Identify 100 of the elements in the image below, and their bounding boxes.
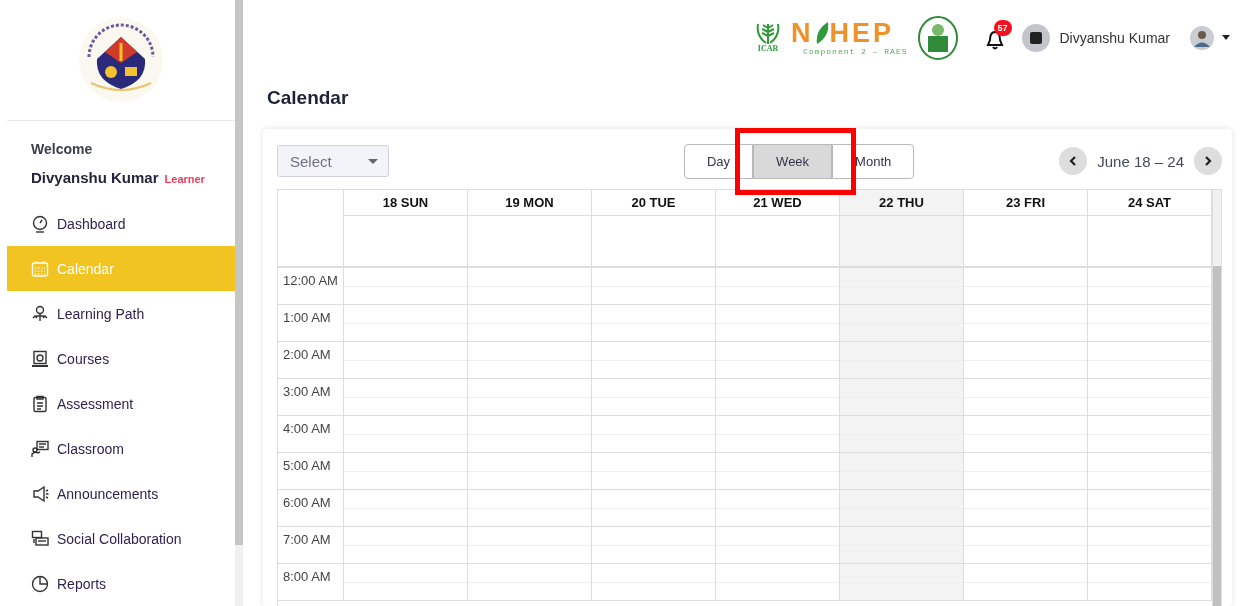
time-slot[interactable] [716, 490, 840, 527]
time-slot[interactable] [468, 342, 592, 379]
time-slot[interactable] [964, 268, 1088, 305]
caret-icon[interactable] [1222, 35, 1230, 40]
time-slot[interactable] [964, 379, 1088, 416]
time-slot[interactable] [1088, 527, 1212, 564]
page-title: Calendar [267, 87, 350, 109]
dashboard-icon [31, 214, 49, 233]
time-slot[interactable] [1088, 379, 1212, 416]
welcome-text: Welcome [31, 141, 94, 157]
time-slot[interactable] [964, 527, 1088, 564]
time-slot[interactable] [592, 490, 716, 527]
time-slot[interactable] [344, 490, 468, 527]
time-slot[interactable] [716, 342, 840, 379]
time-slot[interactable] [716, 453, 840, 490]
time-slot[interactable] [1088, 268, 1212, 305]
time-slot[interactable] [468, 564, 592, 601]
time-slot[interactable] [840, 416, 964, 453]
nav-item[interactable]: Learning Path [7, 291, 235, 336]
time-slot[interactable] [964, 564, 1088, 601]
time-slot[interactable] [468, 379, 592, 416]
time-slot[interactable] [344, 342, 468, 379]
time-slot[interactable] [840, 527, 964, 564]
nav-item[interactable]: Courses [7, 336, 235, 381]
nav-item[interactable]: Announcements [7, 471, 235, 516]
time-slot[interactable] [716, 564, 840, 601]
time-slot[interactable] [840, 268, 964, 305]
time-slot[interactable] [592, 305, 716, 342]
next-button[interactable] [1194, 147, 1222, 175]
nav-item[interactable]: Classroom [7, 426, 235, 471]
nav-item[interactable]: Social Collaboration [7, 516, 235, 561]
time-slot[interactable] [468, 453, 592, 490]
time-slot[interactable] [344, 379, 468, 416]
time-slot[interactable] [592, 527, 716, 564]
time-label: 4:00 AM [283, 421, 331, 436]
time-slot[interactable] [840, 564, 964, 601]
time-slot[interactable] [592, 416, 716, 453]
time-slot[interactable] [716, 379, 840, 416]
time-slot[interactable] [716, 416, 840, 453]
time-slot[interactable] [1088, 305, 1212, 342]
time-slot[interactable] [1088, 453, 1212, 490]
time-slot[interactable] [468, 416, 592, 453]
time-label: 6:00 AM [283, 495, 331, 510]
all-day-cell[interactable] [840, 216, 964, 268]
view-button[interactable]: Day [684, 143, 754, 179]
time-slot[interactable] [344, 305, 468, 342]
time-slot[interactable] [1088, 416, 1212, 453]
time-slot[interactable] [964, 305, 1088, 342]
nav-item[interactable]: Assessment [7, 381, 235, 426]
notification-badge: 57 [993, 19, 1012, 36]
day-header: 19 MON [468, 190, 592, 216]
time-slot[interactable] [716, 305, 840, 342]
user-avatar[interactable] [1021, 23, 1050, 52]
time-slot[interactable] [468, 490, 592, 527]
nahep-logo: N HEP Component 2 – RAES [791, 19, 908, 56]
time-slot[interactable] [964, 342, 1088, 379]
time-slot[interactable] [344, 453, 468, 490]
time-slot[interactable] [468, 268, 592, 305]
time-label: 2:00 AM [283, 347, 331, 362]
time-slot[interactable] [840, 379, 964, 416]
time-slot[interactable] [840, 490, 964, 527]
time-slot[interactable] [840, 453, 964, 490]
time-slot[interactable] [592, 342, 716, 379]
nav-item[interactable]: Dashboard [7, 201, 235, 246]
time-slot[interactable] [1088, 490, 1212, 527]
nav-item[interactable]: Reports [7, 561, 235, 606]
time-slot[interactable] [716, 268, 840, 305]
presenter-icon [31, 439, 49, 458]
time-slot[interactable] [592, 379, 716, 416]
time-slot[interactable] [344, 527, 468, 564]
time-slot[interactable] [344, 268, 468, 305]
time-slot[interactable] [592, 564, 716, 601]
time-slot[interactable] [964, 416, 1088, 453]
time-slot[interactable] [592, 453, 716, 490]
time-slot[interactable] [344, 564, 468, 601]
day-header: 23 FRI [964, 190, 1088, 216]
time-label: 3:00 AM [283, 384, 331, 399]
time-slot[interactable] [468, 527, 592, 564]
time-slot[interactable] [1088, 342, 1212, 379]
view-button[interactable]: Week [753, 143, 833, 179]
time-slot[interactable] [716, 527, 840, 564]
time-slot[interactable] [964, 453, 1088, 490]
bell-icon[interactable] [985, 29, 1004, 50]
time-slot[interactable] [964, 490, 1088, 527]
time-slot[interactable] [1088, 564, 1212, 601]
profile-avatar[interactable] [1190, 25, 1214, 50]
date-range: June 18 – 24 [1097, 152, 1184, 170]
previous-button[interactable] [1059, 147, 1088, 175]
time-slot[interactable] [840, 305, 964, 342]
view-button[interactable]: Month [832, 143, 915, 179]
select-dropdown[interactable]: Select [277, 145, 389, 177]
user-name[interactable]: Divyanshu Kumar [1059, 29, 1170, 46]
time-slot[interactable] [344, 416, 468, 453]
time-slot[interactable] [592, 268, 716, 305]
chat-bubbles-icon [31, 529, 49, 548]
time-slot[interactable] [840, 342, 964, 379]
scrollbar-thumb[interactable] [1213, 266, 1221, 606]
caret-icon [368, 158, 378, 164]
scrollbar-thumb[interactable] [235, 0, 243, 545]
time-slot[interactable] [468, 305, 592, 342]
